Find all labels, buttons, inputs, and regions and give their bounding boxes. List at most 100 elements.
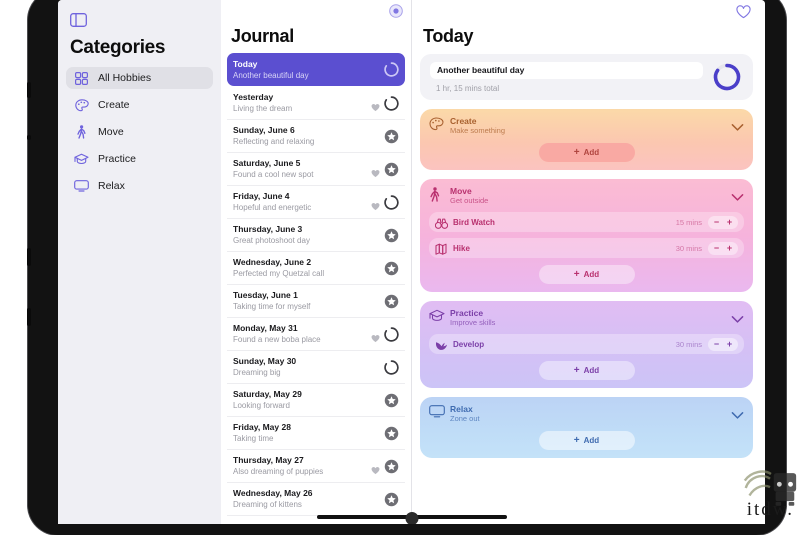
journal-entry-text: Wednesday, June 2Perfected my Quetzal ca… [233,257,384,279]
add-activity-button[interactable]: +Add [539,361,635,380]
progress-ring-icon[interactable] [384,327,399,342]
hobby-card-titles: PracticeImprove skills [450,308,725,328]
star-badge-icon[interactable] [384,492,399,507]
journal-entry-row[interactable]: TodayAnother beautiful day [227,53,405,86]
journal-entry-row[interactable]: Saturday, June 5Found a cool new spot [227,153,405,186]
duration-stepper[interactable]: −+ [708,242,738,255]
journal-entry-note: Taking time [233,433,384,444]
progress-ring-icon[interactable] [384,62,399,77]
chevron-down-icon[interactable] [731,119,744,128]
day-note-input[interactable]: Another beautiful day [430,62,703,79]
chevron-down-icon[interactable] [731,407,744,416]
sidebar-item-label: Practice [98,153,136,165]
journal-entry-text: Friday, June 4Hopeful and energetic [233,191,371,213]
heart-filled-icon[interactable] [371,198,380,207]
sidebar-item-label: All Hobbies [98,72,151,84]
star-badge-icon[interactable] [384,162,399,177]
decrease-button[interactable]: − [711,243,722,254]
journal-entry-note: Dreaming big [233,367,384,378]
sidebar-toggle-icon[interactable] [70,9,96,31]
heart-filled-icon[interactable] [371,99,380,108]
progress-ring-icon[interactable] [384,195,399,210]
sidebar-item-label: Create [98,99,130,111]
journal-entry-row[interactable]: Wednesday, May 26Dreaming of kittens [227,483,405,516]
journal-entry-note: Perfected my Quetzal call [233,268,384,279]
star-badge-icon[interactable] [384,129,399,144]
journal-entry-text: Sunday, June 6Reflecting and relaxing [233,125,384,147]
journal-entry-icons [384,426,399,441]
plus-icon: + [574,269,580,280]
journal-entry-row[interactable]: Sunday, May 30Dreaming big [227,351,405,384]
hobby-card-relax[interactable]: RelaxZone out+Add [420,397,753,458]
journal-entry-row[interactable]: Tuesday, June 1Taking time for myself [227,285,405,318]
hobby-card-create[interactable]: CreateMake something+Add [420,109,753,170]
journal-entry-row[interactable]: Saturday, May 29Looking forward [227,384,405,417]
star-badge-icon[interactable] [384,228,399,243]
sidebar-item-move[interactable]: Move [66,121,213,143]
increase-button[interactable]: + [724,217,735,228]
progress-ring-icon[interactable] [384,96,399,111]
progress-ring-icon[interactable] [384,360,399,375]
activity-row[interactable]: Bird Watch15 mins−+ [429,212,744,232]
hobby-card-subtitle: Get outside [450,196,725,206]
duration-stepper[interactable]: −+ [708,216,738,229]
star-badge-icon[interactable] [384,393,399,408]
sidebar-item-all-hobbies[interactable]: All Hobbies [66,67,213,89]
activity-name: Develop [453,340,670,349]
journal-entry-row[interactable]: Thursday, June 3Great photoshoot day [227,219,405,252]
add-activity-button[interactable]: + Add [539,265,635,284]
star-badge-icon[interactable] [384,261,399,276]
journal-entry-icons [384,393,399,408]
hobby-card-titles: MoveGet outside [450,186,725,206]
add-activity-button[interactable]: +Add [539,143,635,162]
increase-button[interactable]: + [724,339,735,350]
activity-row[interactable]: Hike30 mins−+ [429,238,744,258]
heart-filled-icon[interactable] [371,165,380,174]
hobby-card-practice[interactable]: PracticeImprove skills Develop30 mins−+ +A… [420,301,753,388]
journal-entry-row[interactable]: Thursday, May 27Also dreaming of puppies [227,450,405,483]
star-badge-icon[interactable] [384,459,399,474]
activity-duration: 30 mins [676,244,702,253]
decrease-button[interactable]: − [711,217,722,228]
journal-entry-row[interactable]: YesterdayLiving the dream [227,87,405,120]
journal-entry-date: Tuesday, June 1 [233,290,384,301]
heart-filled-icon[interactable] [371,462,380,471]
journal-entry-icons [371,195,399,210]
plus-icon: + [574,147,580,158]
journal-entry-row[interactable]: Sunday, June 6Reflecting and relaxing [227,120,405,153]
chevron-down-icon[interactable] [731,311,744,320]
journal-entry-row[interactable]: Wednesday, June 2Perfected my Quetzal ca… [227,252,405,285]
activity-row[interactable]: Develop30 mins−+ [429,334,744,354]
journal-entry-note: Hopeful and energetic [233,202,371,213]
sidebar-item-label: Relax [98,180,125,192]
star-badge-icon[interactable] [384,426,399,441]
chevron-down-icon[interactable] [731,189,744,198]
journal-entry-text: Wednesday, May 26Dreaming of kittens [233,488,384,510]
heart-outline-icon[interactable] [736,5,751,19]
star-badge-icon[interactable] [384,294,399,309]
journal-entry-icons [384,360,399,375]
journal-entry-date: Friday, June 4 [233,191,371,202]
app-screen: Categories All Hobbies [58,0,765,524]
sidebar-item-relax[interactable]: Relax [66,175,213,197]
hobby-card-title: Create [450,116,725,126]
journal-entry-row[interactable]: Friday, June 4Hopeful and energetic [227,186,405,219]
decrease-button[interactable]: − [711,339,722,350]
hobby-card-move[interactable]: MoveGet outsideBird Watch15 mins−+Hike30… [420,179,753,292]
journal-entry-text: Sunday, May 30Dreaming big [233,356,384,378]
journal-entry-row[interactable]: Friday, May 28Taking time [227,417,405,450]
sidebar-item-create[interactable]: Create [66,94,213,116]
add-activity-button[interactable]: +Add [539,431,635,450]
sidebar-item-practice[interactable]: Practice [66,148,213,170]
journal-entry-date: Friday, May 28 [233,422,384,433]
journal-list[interactable]: TodayAnother beautiful dayYesterdayLivin… [221,53,411,524]
hobby-card-header: MoveGet outside [429,186,744,206]
circle-target-icon[interactable] [389,4,403,18]
heart-filled-icon[interactable] [371,330,380,339]
journal-entry-icons [371,459,399,474]
increase-button[interactable]: + [724,243,735,254]
journal-entry-row[interactable]: Monday, May 31Found a new boba place [227,318,405,351]
add-activity-label: Add [584,270,600,279]
daily-summary-card: Another beautiful day 1 hr, 15 mins tota… [420,54,753,100]
duration-stepper[interactable]: −+ [708,338,738,351]
